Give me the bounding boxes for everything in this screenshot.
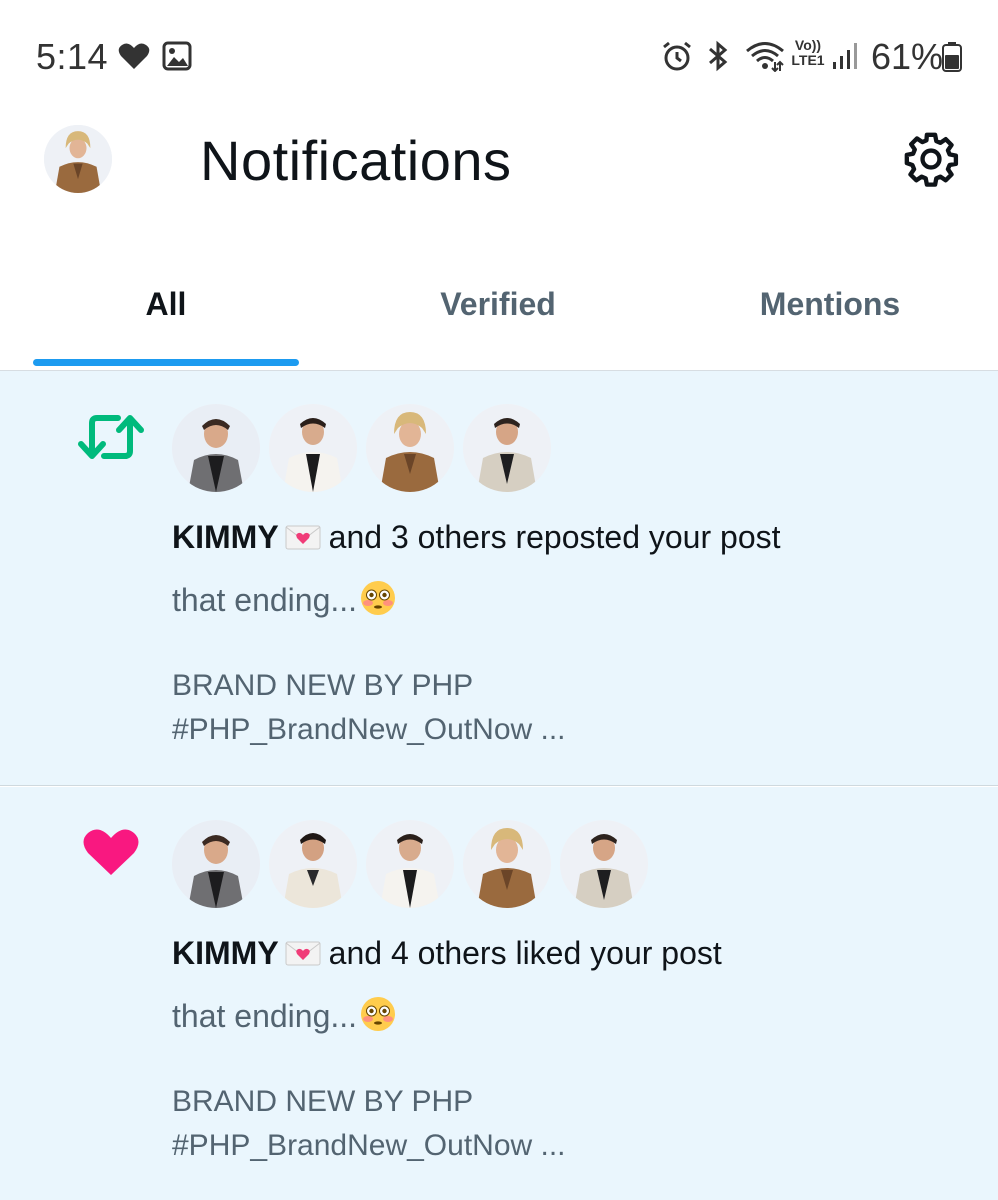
- notification-text: KIMMY and 3 others reposted your post: [172, 519, 781, 559]
- signal-icon: [832, 42, 858, 75]
- avatar[interactable]: [463, 820, 551, 908]
- battery-percent: 61%: [871, 36, 944, 77]
- volte-icon: Vo)) LTE1: [788, 38, 828, 68]
- flushed-face-emoji: [359, 579, 397, 625]
- actor-name[interactable]: KIMMY: [172, 519, 279, 555]
- heart-icon: [82, 827, 140, 882]
- avatar[interactable]: [269, 404, 357, 492]
- status-bar: 5:14 Vo)) LTE1 61%: [0, 0, 998, 112]
- love-letter-emoji: [285, 522, 321, 559]
- action-text: and 4 others liked your post: [328, 935, 722, 971]
- battery-icon: [941, 42, 963, 77]
- post-hashtag[interactable]: #PHP_BrandNew_OutNow ...: [172, 1129, 566, 1163]
- tab-verified[interactable]: Verified: [332, 248, 664, 370]
- volte-label-bottom: LTE1: [791, 52, 825, 68]
- tab-label: Mentions: [759, 286, 901, 322]
- notification-like[interactable]: KIMMY and 4 others liked your post that e…: [0, 787, 998, 1200]
- status-time: 5:14: [36, 36, 109, 77]
- volte-label-top: Vo)): [794, 37, 822, 53]
- avatar[interactable]: [172, 820, 260, 908]
- tab-label: All: [145, 286, 187, 322]
- flushed-face-emoji: [359, 995, 397, 1041]
- repost-icon: [78, 411, 144, 468]
- alarm-icon: [661, 40, 693, 77]
- avatar[interactable]: [366, 820, 454, 908]
- notification-text: KIMMY and 4 others liked your post: [172, 935, 722, 975]
- action-text: and 3 others reposted your post: [328, 519, 781, 555]
- post-line: BRAND NEW BY PHP: [172, 1085, 474, 1118]
- bluetooth-icon: [705, 40, 731, 77]
- notification-repost[interactable]: KIMMY and 3 others reposted your post tha…: [0, 371, 998, 786]
- post-text: that ending...: [172, 998, 358, 1034]
- tab-label: Verified: [440, 286, 556, 322]
- profile-avatar[interactable]: [44, 125, 112, 193]
- post-line: BRAND NEW BY PHP: [172, 669, 474, 702]
- tab-all[interactable]: All: [0, 248, 332, 370]
- avatar[interactable]: [172, 404, 260, 492]
- notification-tabs: All Verified Mentions: [0, 248, 998, 371]
- love-letter-emoji: [285, 938, 321, 975]
- tab-mentions[interactable]: Mentions: [664, 248, 996, 370]
- post-preview: that ending...: [172, 995, 397, 1041]
- avatar[interactable]: [269, 820, 357, 908]
- avatar[interactable]: [560, 820, 648, 908]
- active-tab-indicator: [33, 359, 299, 366]
- avatar[interactable]: [463, 404, 551, 492]
- wifi-icon: [745, 40, 785, 77]
- page-title: Notifications: [200, 129, 512, 192]
- post-preview: that ending...: [172, 579, 397, 625]
- actor-name[interactable]: KIMMY: [172, 935, 279, 971]
- post-hashtag[interactable]: #PHP_BrandNew_OutNow ...: [172, 713, 566, 747]
- heart-icon: [118, 42, 150, 75]
- gallery-icon: [162, 41, 192, 76]
- gear-icon[interactable]: [902, 130, 960, 193]
- post-text: that ending...: [172, 582, 358, 618]
- avatar[interactable]: [366, 404, 454, 492]
